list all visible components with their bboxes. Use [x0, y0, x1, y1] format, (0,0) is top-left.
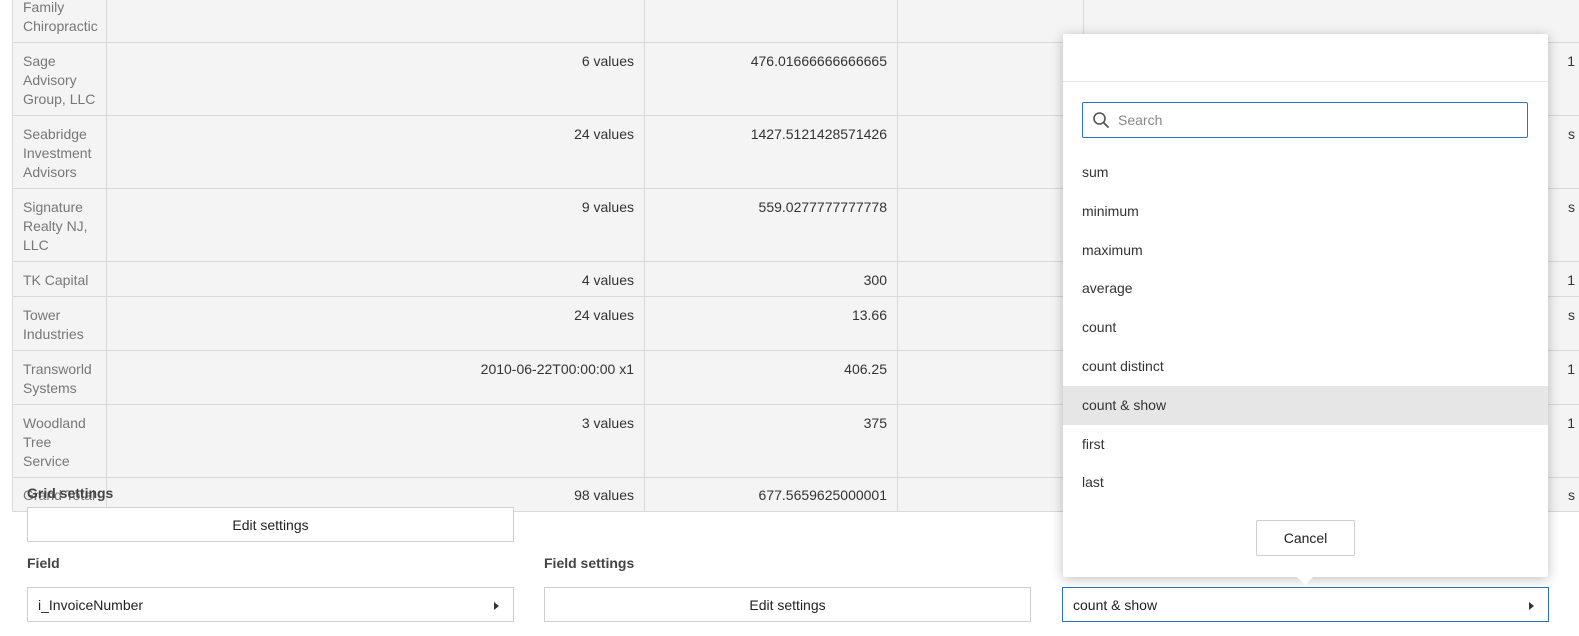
option-item[interactable]: sum	[1063, 153, 1548, 192]
average-cell: 300	[644, 261, 898, 297]
values-cell: 24 values	[106, 296, 645, 351]
aggregator-options: sum minimum maximum average count count disti…	[1063, 153, 1548, 502]
average-cell: 476.01666666666665	[644, 42, 898, 116]
option-item[interactable]: count & show	[1063, 385, 1548, 425]
aggregator-dropdown: summinimummaximumaveragecountcount disti…	[1063, 34, 1548, 585]
average-cell: 1427.5121428571426	[644, 115, 898, 189]
aggregator-select-value: count & show	[1073, 596, 1158, 613]
row-header: Transworld Systems	[12, 350, 107, 405]
row-header: Family Chiropractic	[12, 0, 107, 43]
values-cell	[106, 0, 645, 43]
search-icon	[1093, 112, 1109, 128]
empty-cell	[897, 350, 1084, 405]
field-label: Field	[27, 555, 60, 571]
option-item[interactable]: maximum	[1063, 231, 1548, 270]
row-header: Tower Industries	[12, 296, 107, 351]
row-header: Woodland Tree Service	[12, 404, 107, 478]
dropdown-pointer	[1297, 577, 1313, 585]
row-header: Sage Advisory Group, LLC	[12, 42, 107, 116]
field-select-value: i_InvoiceNumber	[38, 596, 144, 613]
values-cell: 2010-06-22T00:00:00 x1	[106, 350, 645, 405]
search-input[interactable]	[1116, 111, 1500, 129]
average-cell	[644, 0, 898, 43]
average-cell: 677.5659625000001	[644, 477, 898, 512]
option-item[interactable]: last	[1063, 463, 1548, 502]
field-settings-label: Field settings	[544, 555, 635, 571]
aggregator-select[interactable]: count & show	[1062, 587, 1549, 622]
grid-settings-label: Grid settings	[27, 485, 114, 501]
average-cell: 559.0277777777778	[644, 188, 898, 262]
empty-cell	[897, 188, 1084, 262]
search-box	[1082, 102, 1528, 138]
option-item[interactable]: count distinct	[1063, 347, 1548, 386]
empty-cell	[897, 296, 1084, 351]
option-item[interactable]: first	[1063, 425, 1548, 464]
dropdown-header	[1063, 34, 1548, 82]
row-header: TK Capital	[12, 261, 107, 297]
values-cell: 6 values	[106, 42, 645, 116]
field-edit-settings-button[interactable]: Edit settings	[544, 587, 1031, 622]
cancel-button[interactable]: Cancel	[1256, 520, 1355, 556]
average-cell: 13.66	[644, 296, 898, 351]
caret-right-icon	[494, 602, 499, 610]
empty-cell	[897, 115, 1084, 189]
empty-cell	[897, 477, 1084, 512]
values-cell: 4 values	[106, 261, 645, 297]
empty-cell	[897, 42, 1084, 116]
empty-cell	[897, 261, 1084, 297]
empty-cell	[897, 404, 1084, 478]
grid-edit-settings-button[interactable]: Edit settings	[27, 507, 514, 542]
values-cell: 9 values	[106, 188, 645, 262]
option-item[interactable]: count	[1063, 308, 1548, 347]
average-cell: 406.25	[644, 350, 898, 405]
option-item[interactable]: minimum	[1063, 192, 1548, 231]
values-cell: 24 values	[106, 115, 645, 189]
field-select[interactable]: i_InvoiceNumber	[27, 587, 514, 622]
average-cell: 375	[644, 404, 898, 478]
row-header: Seabridge Investment Advisors	[12, 115, 107, 189]
row-header: Signature Realty NJ, LLC	[12, 188, 107, 262]
empty-cell	[897, 0, 1084, 43]
values-cell: 3 values	[106, 404, 645, 478]
option-item[interactable]: average	[1063, 269, 1548, 308]
caret-right-icon	[1529, 602, 1534, 610]
